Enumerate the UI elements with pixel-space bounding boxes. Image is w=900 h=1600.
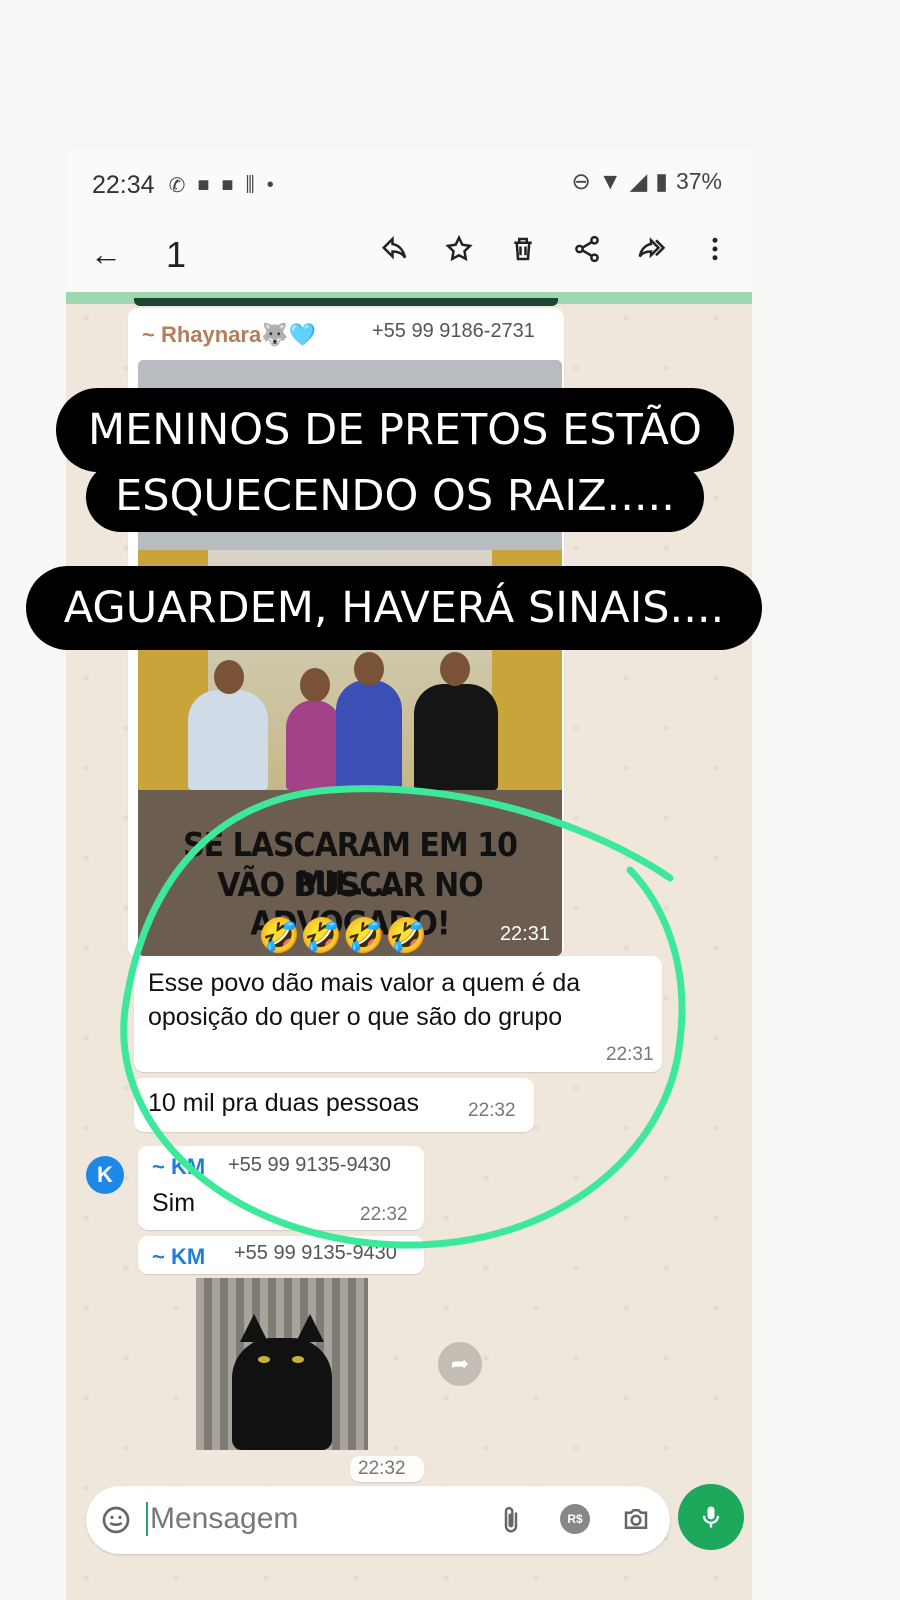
cat-eye [258,1356,270,1363]
delete-icon[interactable] [508,234,538,269]
status-right: ⊖ ▼ ◢ ▮ 37% [572,168,722,195]
message-time: 22:32 [358,1458,406,1479]
message-time: 22:32 [468,1100,516,1121]
overlay-caption-line: MENINOS DE PRETOS ESTÃO [56,388,734,472]
sender-phone: +55 99 9135-9430 [228,1154,391,1176]
cat-body [232,1338,332,1450]
message-text: 10 mil pra duas pessoas [148,1089,419,1117]
message-bubble-header[interactable]: ~ KM +55 99 9135-9430 [138,1236,424,1274]
sender-name[interactable]: ~ Rhaynara🐺🩵 [142,322,316,348]
whatsapp-icon: ✆ [168,174,186,197]
overlay-caption-line: AGUARDEM, HAVERÁ SINAIS.... [26,566,762,650]
message-input[interactable]: Mensagem [146,1502,298,1536]
notification-square-icon: ■ [221,173,234,196]
selection-app-bar: ← 1 [66,220,752,292]
message-bubble[interactable]: Esse povo dão mais valor a quem é da opo… [134,956,662,1072]
message-text: Sim [152,1189,196,1217]
image-person [336,680,402,790]
overlay-text: AGUARDEM, HAVERÁ SINAIS.... [63,583,725,633]
cat-ear [296,1314,324,1342]
image-person [188,690,268,790]
dnd-icon: ⊖ [571,168,591,194]
message-time: 22:32 [360,1204,408,1225]
status-time: 22:34 [92,170,155,199]
sender-name[interactable]: ~ KM [152,1154,205,1180]
sender-phone: +55 99 9186-2731 [372,320,535,342]
image-person [286,700,342,790]
cat-eye [292,1356,304,1363]
selected-count: 1 [166,234,187,275]
notification-square-icon: ■ [197,173,210,196]
overlay-text: MENINOS DE PRETOS ESTÃO [88,405,702,455]
signal-icon: ◢ [629,168,648,194]
message-time: 22:31 [606,1044,654,1065]
message-text: Esse povo dão mais valor a quem é da [148,969,581,997]
avatar[interactable]: K [86,1156,124,1194]
cat-sticker[interactable] [196,1278,368,1450]
dot-icon: • [266,173,274,196]
image-person-head [440,652,470,686]
message-time: 22:31 [499,923,550,945]
more-options-icon[interactable] [700,234,730,269]
action-icons [380,234,730,269]
share-icon[interactable] [572,234,602,269]
image-emojis: 🤣🤣🤣🤣 [258,917,428,955]
microphone-icon [702,1506,720,1528]
forward-shortcut-icon[interactable]: ➦ [438,1342,482,1386]
emoji-icon[interactable] [100,1504,132,1536]
previous-message-edge [134,298,558,306]
overlay-text: ESQUECENDO OS RAIZ..... [115,471,675,521]
wifi-icon: ▼ [598,168,622,194]
forward-icon[interactable] [636,234,666,269]
status-bar: 22:34 ✆ ■ ■ ⫼ • ⊖ ▼ ◢ ▮ 37% [66,150,752,220]
camera-icon[interactable] [620,1504,652,1534]
microphone-button[interactable] [678,1484,744,1550]
image-person-head [354,652,384,686]
back-arrow-icon[interactable]: ← [90,236,122,273]
image-person-head [300,668,330,702]
sender-phone: +55 99 9135-9430 [234,1242,397,1264]
overlay-caption-line: ESQUECENDO OS RAIZ..... [86,462,704,532]
message-text: oposição do quer o que são do grupo [148,1003,563,1031]
image-person [414,684,498,790]
attach-icon[interactable] [496,1504,526,1536]
reply-icon[interactable] [380,234,410,269]
sticker-time-pill: 22:32 [350,1456,424,1482]
battery-icon: ▮ [655,168,668,194]
image-person-head [214,660,244,694]
message-bubble[interactable]: ~ KM +55 99 9135-9430 Sim 22:32 [138,1146,424,1230]
payment-icon[interactable]: R$ [560,1504,590,1534]
message-bubble[interactable]: 10 mil pra duas pessoas 22:32 [134,1078,534,1132]
phone-screen: 22:34 ✆ ■ ■ ⫼ • ⊖ ▼ ◢ ▮ 37% ← 1 ~ Rhayna… [66,150,752,1600]
message-input-bar: Mensagem R$ [86,1486,670,1554]
sender-name[interactable]: ~ KM [152,1244,205,1270]
star-icon[interactable] [444,234,474,269]
audio-wave-icon: ⫼ [245,173,255,196]
battery-level: 37% [675,168,722,194]
